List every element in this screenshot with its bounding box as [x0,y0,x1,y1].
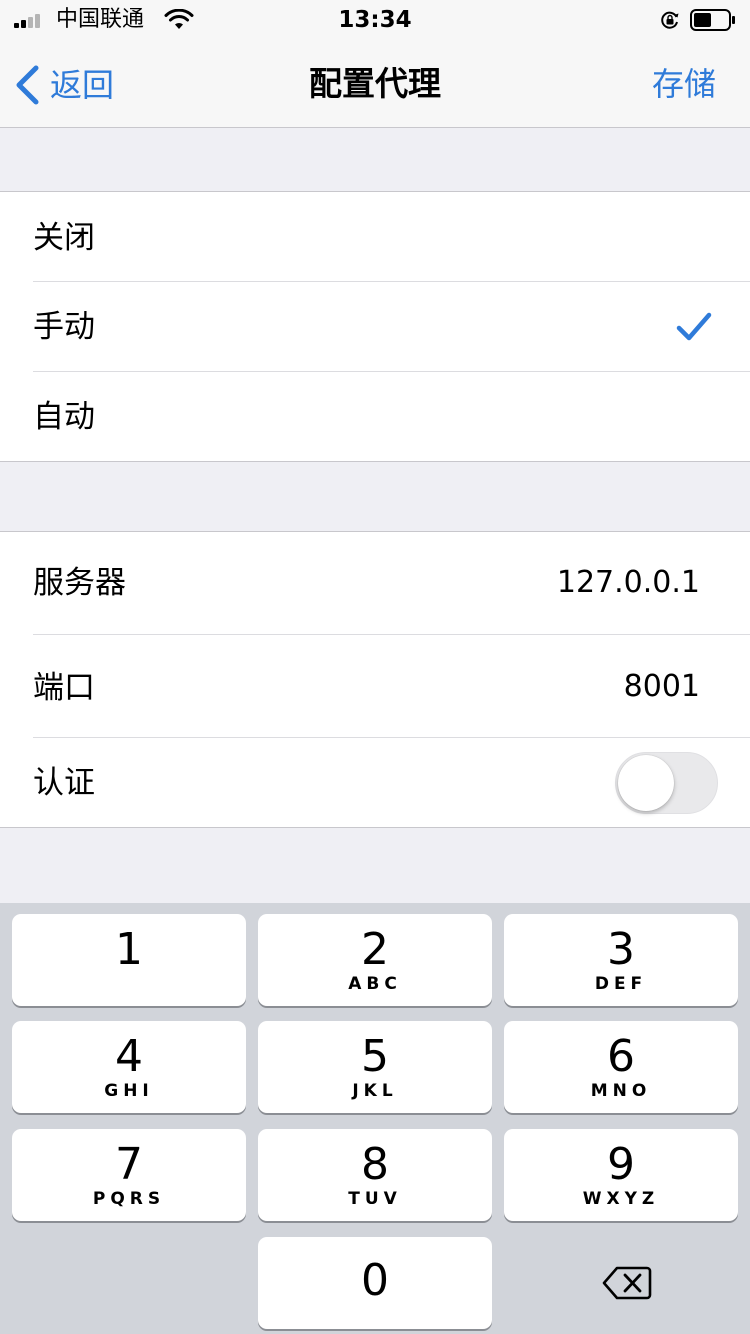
key-7[interactable]: 7 PQRS [12,1129,246,1221]
save-button[interactable]: 存储 [652,64,716,104]
mode-option-label: 自动 [33,399,95,435]
key-2[interactable]: 2 ABC [258,914,492,1006]
numeric-keypad: 1 2 ABC 3 DEF 4 GHI 5 JKL 6 MNO 7 PQRS 8 [0,903,750,1334]
port-row[interactable]: 端口 8001 [0,635,750,738]
key-6[interactable]: 6 MNO [504,1021,738,1113]
orientation-lock-icon [661,11,679,29]
checkmark-icon [676,312,712,341]
backspace-icon [602,1266,652,1300]
key-digit: 8 [361,1139,389,1190]
auth-label: 认证 [33,765,95,801]
key-digit: 0 [361,1255,389,1306]
key-digit: 3 [607,924,635,975]
key-letters: TUV [348,1189,402,1209]
server-row[interactable]: 服务器 127.0.0.1 [0,532,750,635]
battery-icon [690,9,735,31]
port-label: 端口 [33,670,95,706]
status-bar: 中国联通 13:34 [0,0,750,40]
delete-key[interactable] [504,1237,738,1329]
auth-row: 认证 [0,738,750,827]
key-digit: 7 [115,1139,143,1190]
key-3[interactable]: 3 DEF [504,914,738,1006]
key-letters: ABC [348,974,402,994]
mode-option-off[interactable]: 关闭 [0,192,750,282]
key-letters: JKL [352,1081,398,1101]
key-letters: MNO [590,1081,652,1101]
key-digit: 6 [607,1031,635,1082]
proxy-settings-group: 服务器 127.0.0.1 端口 8001 认证 [0,531,750,828]
key-letters: WXYZ [582,1189,660,1209]
key-4[interactable]: 4 GHI [12,1021,246,1113]
key-letters: GHI [104,1081,154,1101]
key-digit: 5 [361,1031,389,1082]
key-9[interactable]: 9 WXYZ [504,1129,738,1221]
key-5[interactable]: 5 JKL [258,1021,492,1113]
mode-option-label: 手动 [33,309,95,345]
clock: 13:34 [338,7,412,33]
page-title: 配置代理 [309,64,441,103]
key-digit: 2 [361,924,389,975]
proxy-mode-group: 关闭 手动 自动 [0,191,750,462]
auth-toggle[interactable] [615,752,718,814]
key-letters: PQRS [92,1189,166,1209]
key-0[interactable]: 0 [258,1237,492,1329]
key-8[interactable]: 8 TUV [258,1129,492,1221]
mode-option-label: 关闭 [33,220,95,256]
key-digit: 9 [607,1139,635,1190]
key-1[interactable]: 1 [12,914,246,1006]
mode-option-auto[interactable]: 自动 [0,372,750,461]
server-label: 服务器 [33,565,126,601]
port-input[interactable]: 8001 [624,667,700,707]
key-letters: DEF [594,974,648,994]
mode-option-manual[interactable]: 手动 [0,282,750,372]
navigation-bar: 返回 配置代理 存储 [0,40,750,128]
key-digit: 1 [115,924,143,975]
proxy-config-screen: 中国联通 13:34 返回 配置代理 存储 关闭 手动 自动 服务器 127.0… [0,0,750,1334]
server-input[interactable]: 127.0.0.1 [557,563,700,603]
key-digit: 4 [115,1031,143,1082]
toggle-knob [618,755,674,811]
